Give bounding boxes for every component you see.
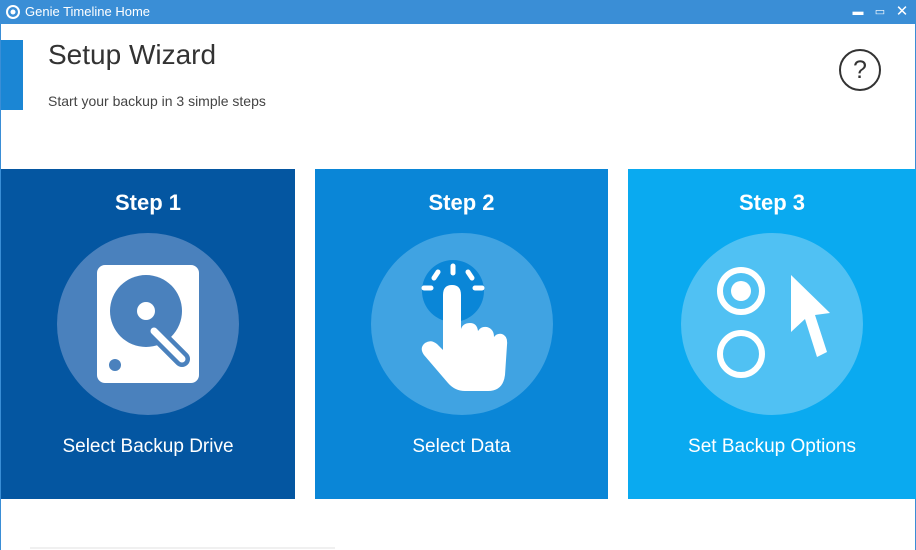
header-accent-bar xyxy=(1,40,23,110)
close-button[interactable]: ✕ xyxy=(891,0,913,24)
step-1-card[interactable]: Step 1 Select Backup Drive xyxy=(1,169,295,499)
step-1-title: Step 1 xyxy=(114,190,182,215)
step-3-card[interactable]: Step 3 Set Backup Options xyxy=(628,169,916,499)
maximize-button[interactable]: ▭ xyxy=(869,0,891,24)
page-subtitle: Start your backup in 3 simple steps xyxy=(48,93,266,109)
hard-drive-icon xyxy=(97,265,199,383)
app-logo-icon xyxy=(6,5,20,19)
step-1-icon-circle xyxy=(57,233,239,415)
help-icon: ? xyxy=(853,56,867,84)
step-2-label: Select Data xyxy=(412,436,511,457)
tap-hand-icon xyxy=(421,260,507,391)
window-title: Genie Timeline Home xyxy=(25,4,150,19)
step-3-title: Step 3 xyxy=(738,190,806,215)
step-3-label: Set Backup Options xyxy=(688,436,856,457)
help-button[interactable]: ? xyxy=(839,49,881,91)
footer-divider xyxy=(30,547,335,549)
page-title: Setup Wizard xyxy=(48,39,217,70)
step-3-icon-circle xyxy=(681,233,863,415)
step-2-card[interactable]: Step 2 Select Data xyxy=(315,169,608,499)
title-bar: Genie Timeline Home ▬ ▭ ✕ xyxy=(0,0,916,24)
step-1-label: Select Backup Drive xyxy=(62,436,234,457)
options-cursor-icon xyxy=(717,267,830,378)
step-2-title: Step 2 xyxy=(428,190,495,215)
step-2-icon-circle xyxy=(370,233,553,415)
minimize-button[interactable]: ▬ xyxy=(847,0,869,24)
